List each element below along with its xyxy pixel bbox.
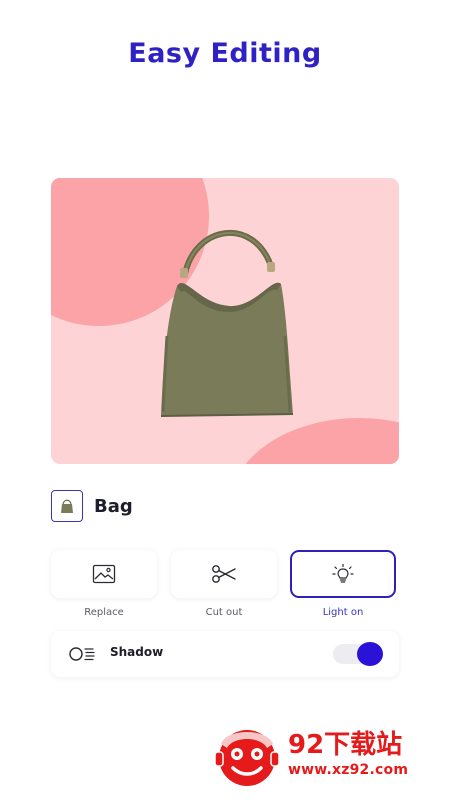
replace-button[interactable] bbox=[51, 550, 157, 598]
scissors-icon bbox=[212, 565, 236, 583]
shadow-setting-row: Shadow bbox=[51, 631, 399, 677]
cut-out-label: Cut out bbox=[205, 607, 243, 618]
light-on-button[interactable] bbox=[290, 550, 396, 598]
toggle-knob bbox=[357, 642, 383, 666]
product-name: Bag bbox=[94, 495, 133, 517]
watermark-title: 92下载站 bbox=[288, 730, 403, 760]
light-on-label: Light on bbox=[322, 607, 364, 618]
bag-product-image bbox=[160, 229, 294, 417]
shadow-label: Shadow bbox=[110, 645, 164, 659]
replace-label: Replace bbox=[84, 607, 124, 618]
shadow-icon bbox=[69, 647, 95, 661]
product-row: Bag bbox=[51, 490, 133, 522]
watermark-logo-icon bbox=[214, 730, 280, 786]
image-icon bbox=[92, 564, 116, 584]
page-title: Easy Editing bbox=[128, 38, 322, 69]
lightbulb-icon bbox=[332, 563, 354, 583]
shadow-toggle[interactable] bbox=[333, 642, 383, 666]
product-image-card bbox=[51, 178, 399, 464]
bag-thumbnail-icon[interactable] bbox=[51, 490, 83, 522]
watermark-url: www.xz92.com bbox=[288, 762, 409, 778]
cut-out-button[interactable] bbox=[171, 550, 277, 598]
